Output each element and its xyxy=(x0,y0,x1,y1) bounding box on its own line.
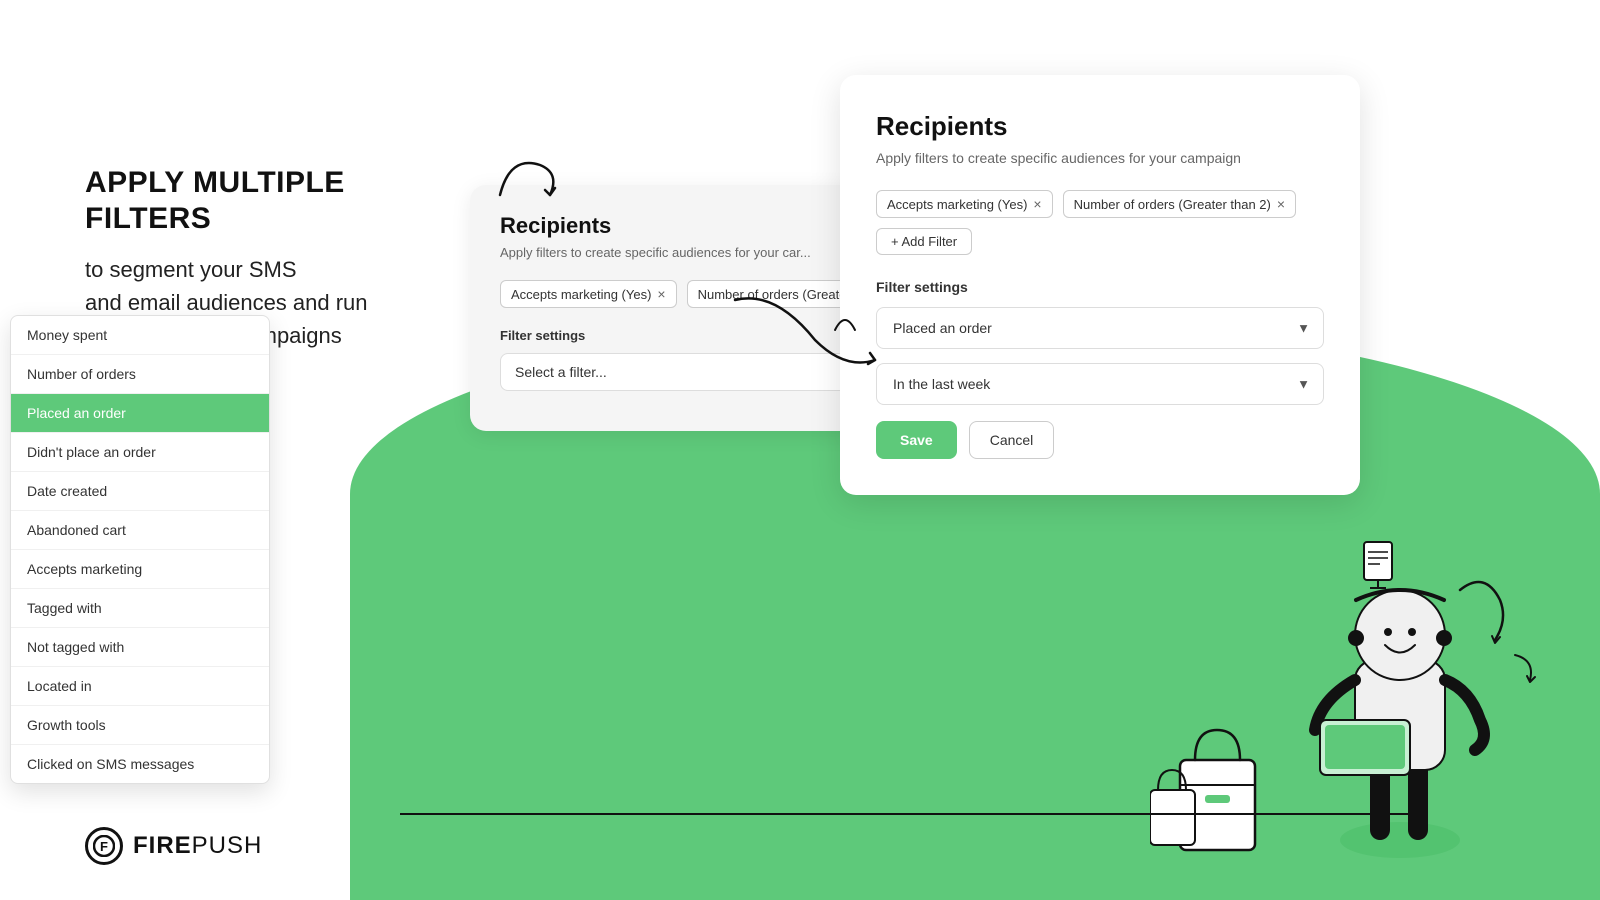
dropdown-item-growth-tools[interactable]: Growth tools xyxy=(11,706,269,745)
dropdown-item-placed-order[interactable]: Placed an order xyxy=(11,394,269,433)
filter-section-label: Filter settings xyxy=(876,279,1324,295)
recipients-tag-row: Accepts marketing (Yes) × Number of orde… xyxy=(876,190,1324,255)
action-buttons: Save Cancel xyxy=(876,421,1324,459)
save-button[interactable]: Save xyxy=(876,421,957,459)
dropdown-item-date-created[interactable]: Date created xyxy=(11,472,269,511)
filter-dropdown[interactable]: Money spent Number of orders Placed an o… xyxy=(10,315,270,784)
logo-text: FIREPUSH xyxy=(133,832,262,860)
dropdown-item-money-spent[interactable]: Money spent xyxy=(11,316,269,355)
remove-marketing-tag[interactable]: × xyxy=(1033,196,1041,212)
logo-icon: F xyxy=(85,827,123,865)
dropdown-item-tagged-with[interactable]: Tagged with xyxy=(11,589,269,628)
placed-order-dropdown[interactable]: Placed an order ▼ xyxy=(876,307,1324,349)
remove-orders-tag[interactable]: × xyxy=(1277,196,1285,212)
recipients-title: Recipients xyxy=(876,111,1324,142)
dropdown-item-didnt-place[interactable]: Didn't place an order xyxy=(11,433,269,472)
add-filter-button[interactable]: + Add Filter xyxy=(876,228,972,255)
main-heading: APPLY MULTIPLE FILTERS xyxy=(85,165,445,237)
dropdown-item-number-orders[interactable]: Number of orders xyxy=(11,355,269,394)
dropdown-item-not-tagged[interactable]: Not tagged with xyxy=(11,628,269,667)
dropdown-item-located-in[interactable]: Located in xyxy=(11,667,269,706)
recipients-subtitle: Apply filters to create specific audienc… xyxy=(876,150,1324,166)
screen-icon xyxy=(1360,540,1400,590)
bottom-line xyxy=(400,813,1420,815)
logo: F FIREPUSH xyxy=(85,827,262,865)
time-period-select[interactable]: In the last week xyxy=(876,363,1324,405)
shopping-bags xyxy=(1150,700,1280,860)
dropdown-item-abandoned-cart[interactable]: Abandoned cart xyxy=(11,511,269,550)
svg-text:F: F xyxy=(100,839,108,854)
time-period-dropdown[interactable]: In the last week ▼ xyxy=(876,363,1324,405)
tag-marketing-back: Accepts marketing (Yes) × xyxy=(500,280,677,308)
card-recipients-main: Recipients Apply filters to create speci… xyxy=(840,75,1360,495)
dropdown-item-accepts-marketing[interactable]: Accepts marketing xyxy=(11,550,269,589)
placed-order-select[interactable]: Placed an order xyxy=(876,307,1324,349)
character-illustration xyxy=(1260,460,1540,880)
tag-orders-main: Number of orders (Greater than 2) × xyxy=(1063,190,1296,218)
tag-marketing-main: Accepts marketing (Yes) × xyxy=(876,190,1053,218)
cancel-button[interactable]: Cancel xyxy=(969,421,1055,459)
dropdown-item-clicked-sms[interactable]: Clicked on SMS messages xyxy=(11,745,269,783)
